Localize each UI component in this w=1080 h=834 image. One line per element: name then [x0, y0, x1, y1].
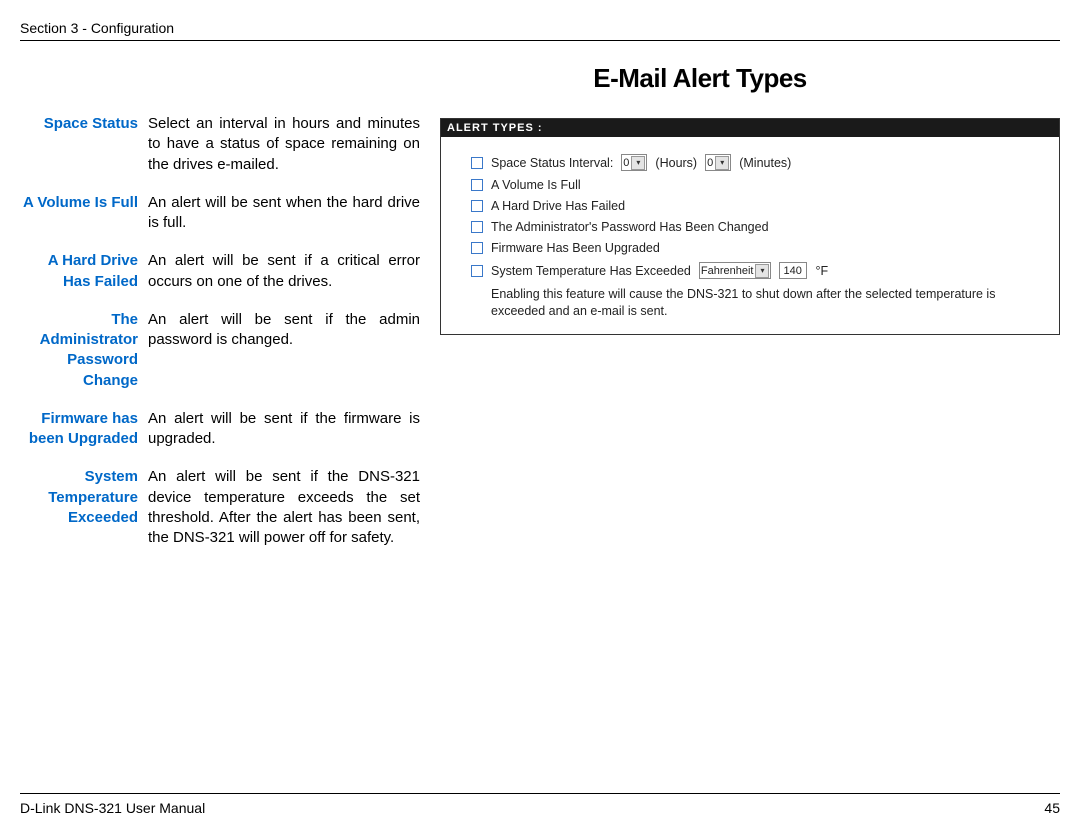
footer: D-Link DNS-321 User Manual 45 [20, 793, 1060, 816]
chevron-down-icon: ▾ [715, 156, 729, 170]
select-hours-value: 0 [623, 157, 629, 169]
select-minutes[interactable]: 0 ▾ [705, 154, 731, 171]
chevron-down-icon: ▾ [631, 156, 645, 170]
def-term: Space Status [20, 114, 148, 175]
label-pw-changed: The Administrator's Password Has Been Ch… [491, 220, 769, 234]
alert-row-volume-full: A Volume Is Full [471, 178, 1043, 192]
def-row: System Temperature Exceeded An alert wil… [20, 467, 420, 548]
label-hd-failed: A Hard Drive Has Failed [491, 199, 625, 213]
def-row: Space Status Select an interval in hours… [20, 114, 420, 175]
panel-body: Space Status Interval: 0 ▾ (Hours) 0 ▾ (… [441, 137, 1059, 334]
checkbox-volume-full[interactable] [471, 179, 483, 191]
alert-types-panel: ALERT TYPES : Space Status Interval: 0 ▾… [440, 118, 1060, 335]
def-term: A Hard Drive Has Failed [20, 251, 148, 292]
checkbox-fw-upgraded[interactable] [471, 242, 483, 254]
checkbox-hd-failed[interactable] [471, 200, 483, 212]
def-desc: Select an interval in hours and minutes … [148, 114, 420, 175]
label-hours: (Hours) [655, 156, 697, 170]
def-row: Firmware has been Upgraded An alert will… [20, 409, 420, 450]
panel-column: ALERT TYPES : Space Status Interval: 0 ▾… [440, 114, 1060, 566]
definitions-list: Space Status Select an interval in hours… [20, 114, 420, 566]
def-term: A Volume Is Full [20, 193, 148, 234]
def-row: A Volume Is Full An alert will be sent w… [20, 193, 420, 234]
label-fw-upgraded: Firmware Has Been Upgraded [491, 241, 660, 255]
checkbox-temp-exceeded[interactable] [471, 265, 483, 277]
content: Space Status Select an interval in hours… [20, 114, 1060, 566]
temp-hint: Enabling this feature will cause the DNS… [491, 286, 1043, 320]
label-volume-full: A Volume Is Full [491, 178, 581, 192]
def-desc: An alert will be sent if a critical erro… [148, 251, 420, 292]
def-desc: An alert will be sent when the hard driv… [148, 193, 420, 234]
checkbox-pw-changed[interactable] [471, 221, 483, 233]
panel-header: ALERT TYPES : [441, 119, 1059, 137]
select-minutes-value: 0 [707, 157, 713, 169]
def-desc: An alert will be sent if the firmware is… [148, 409, 420, 450]
label-minutes: (Minutes) [739, 156, 791, 170]
alert-row-fw-upgraded: Firmware Has Been Upgraded [471, 241, 1043, 255]
select-hours[interactable]: 0 ▾ [621, 154, 647, 171]
label-temp-exceeded: System Temperature Has Exceeded [491, 264, 691, 278]
alert-row-space-status: Space Status Interval: 0 ▾ (Hours) 0 ▾ (… [471, 154, 1043, 171]
footer-manual: D-Link DNS-321 User Manual [20, 800, 205, 816]
def-desc: An alert will be sent if the DNS-321 dev… [148, 467, 420, 548]
alert-row-temp-exceeded: System Temperature Has Exceeded Fahrenhe… [471, 262, 1043, 279]
def-row: A Hard Drive Has Failed An alert will be… [20, 251, 420, 292]
def-term: The Administrator Password Change [20, 310, 148, 391]
select-temp-unit-value: Fahrenheit [701, 265, 754, 277]
page-title: E-Mail Alert Types [340, 63, 1060, 94]
footer-page: 45 [1044, 800, 1060, 816]
input-temp-value[interactable]: 140 [779, 262, 807, 279]
alert-row-hd-failed: A Hard Drive Has Failed [471, 199, 1043, 213]
def-row: The Administrator Password Change An ale… [20, 310, 420, 391]
label-temp-suffix: °F [815, 264, 828, 278]
select-temp-unit[interactable]: Fahrenheit ▾ [699, 262, 772, 279]
checkbox-space-status[interactable] [471, 157, 483, 169]
def-term: System Temperature Exceeded [20, 467, 148, 548]
section-header: Section 3 - Configuration [20, 20, 1060, 41]
def-term: Firmware has been Upgraded [20, 409, 148, 450]
label-space-status: Space Status Interval: [491, 156, 613, 170]
alert-row-pw-changed: The Administrator's Password Has Been Ch… [471, 220, 1043, 234]
chevron-down-icon: ▾ [755, 264, 769, 278]
def-desc: An alert will be sent if the admin passw… [148, 310, 420, 391]
